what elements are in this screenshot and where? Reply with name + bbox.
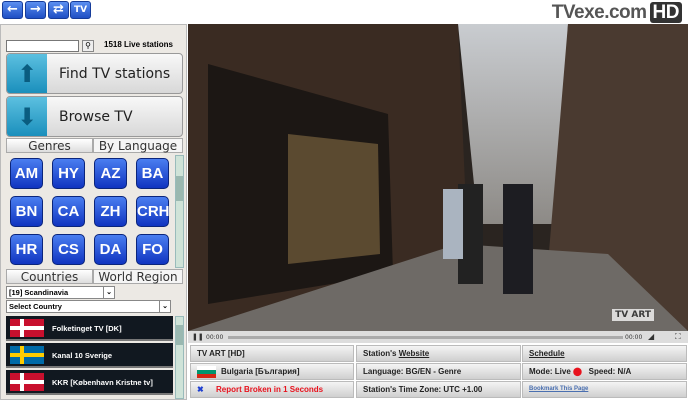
report-icon: ✖ — [197, 385, 204, 394]
tab-world-region[interactable]: World Region — [93, 269, 183, 284]
left-panel: ⚲ 1518 Live stations ⬆ Find TV stations ⬇… — [0, 24, 187, 400]
back-icon: ← — [7, 2, 18, 17]
language-button-crh[interactable]: CRH — [136, 196, 170, 227]
language-button-az[interactable]: AZ — [94, 158, 127, 189]
live-station-count: 1518 Live stations — [104, 40, 173, 49]
chevron-down-icon: ⌄ — [159, 301, 170, 312]
duration: 00:00 — [625, 334, 643, 341]
report-broken-button[interactable]: ✖ Report Broken in 1 Seconds — [190, 381, 354, 398]
station-country: Bulgaria [България] — [190, 363, 354, 380]
site-logo: TVexe.com HD — [552, 2, 682, 24]
video-frame — [188, 24, 688, 331]
forward-icon: → — [30, 2, 41, 17]
country-select[interactable]: Select Country ⌄ — [6, 300, 171, 313]
region-select[interactable]: [19] Scandinavia ⌄ — [6, 286, 115, 299]
language-button-zh[interactable]: ZH — [94, 196, 127, 227]
station-list-scrollbar[interactable] — [175, 316, 184, 399]
tv-icon: TV — [73, 5, 88, 15]
language-button-ba[interactable]: BA — [136, 158, 169, 189]
language-button-hr[interactable]: HR — [10, 234, 43, 265]
video-player[interactable]: TV ART — [188, 24, 688, 331]
arrow-down-icon: ⬇ — [7, 97, 47, 136]
back-button[interactable]: ← — [2, 1, 23, 19]
website-link[interactable]: Website — [399, 349, 430, 358]
station-language: Language: BG/EN - Genre — [356, 363, 521, 380]
tv-button[interactable]: TV — [70, 1, 91, 19]
magnifier-icon: ⚲ — [85, 41, 91, 50]
tab-genres[interactable]: Genres — [6, 138, 93, 153]
bulgaria-flag-icon — [197, 366, 216, 378]
station-list-item[interactable]: KKR [København Kristne tv] — [6, 370, 173, 395]
denmark-flag-icon — [10, 373, 44, 391]
forward-button[interactable]: → — [25, 1, 46, 19]
volume-icon[interactable]: ◢ — [648, 332, 654, 341]
denmark-flag-icon — [10, 319, 44, 337]
station-website[interactable]: Station's Website — [356, 345, 521, 362]
channel-watermark: TV ART — [612, 309, 654, 321]
tab-by-language[interactable]: By Language — [93, 138, 183, 153]
station-name: Folketinget TV [DK] — [52, 324, 122, 333]
language-button-fo[interactable]: FO — [136, 234, 169, 265]
tab-countries[interactable]: Countries — [6, 269, 93, 284]
player-controls: ❚❚ 00:00 00:00 ◢ ⛶ — [188, 331, 688, 343]
search-input[interactable] — [6, 40, 79, 52]
station-mode: Mode: Live ⬤ Speed: N/A — [522, 363, 687, 380]
refresh-icon: ⇄ — [53, 2, 64, 17]
pause-icon[interactable]: ❚❚ — [192, 333, 204, 341]
station-list-item[interactable]: Kanal 10 Sverige — [6, 343, 173, 368]
language-button-am[interactable]: AM — [10, 158, 43, 189]
live-icon: ⬤ — [573, 367, 582, 376]
language-button-bn[interactable]: BN — [10, 196, 43, 227]
language-scrollbar[interactable] — [175, 155, 184, 268]
station-timezone: Station's Time Zone: UTC +1.00 — [356, 381, 521, 398]
current-time: 00:00 — [206, 334, 224, 341]
search-button[interactable]: ⚲ — [82, 40, 94, 52]
station-name: TV ART [HD] — [190, 345, 354, 362]
browse-tv-button[interactable]: ⬇ Browse TV — [6, 96, 183, 137]
find-tv-stations-button[interactable]: ⬆ Find TV stations — [6, 53, 183, 94]
bookmark-link[interactable]: Bookmark This Page — [522, 381, 687, 398]
language-button-cs[interactable]: CS — [52, 234, 85, 265]
chevron-down-icon: ⌄ — [103, 287, 114, 298]
language-button-da[interactable]: DA — [94, 234, 127, 265]
seek-bar[interactable] — [228, 336, 623, 339]
sweden-flag-icon — [10, 346, 44, 364]
arrow-up-icon: ⬆ — [7, 54, 47, 93]
fullscreen-icon[interactable]: ⛶ — [675, 332, 681, 342]
station-list-item[interactable]: Folketinget TV [DK] — [6, 316, 173, 341]
language-button-ca[interactable]: CA — [52, 196, 85, 227]
station-name: Kanal 10 Sverige — [52, 351, 113, 360]
language-button-hy[interactable]: HY — [52, 158, 85, 189]
refresh-button[interactable]: ⇄ — [48, 1, 69, 19]
schedule-link[interactable]: Schedule — [522, 345, 687, 362]
station-name: KKR [København Kristne tv] — [52, 378, 153, 387]
